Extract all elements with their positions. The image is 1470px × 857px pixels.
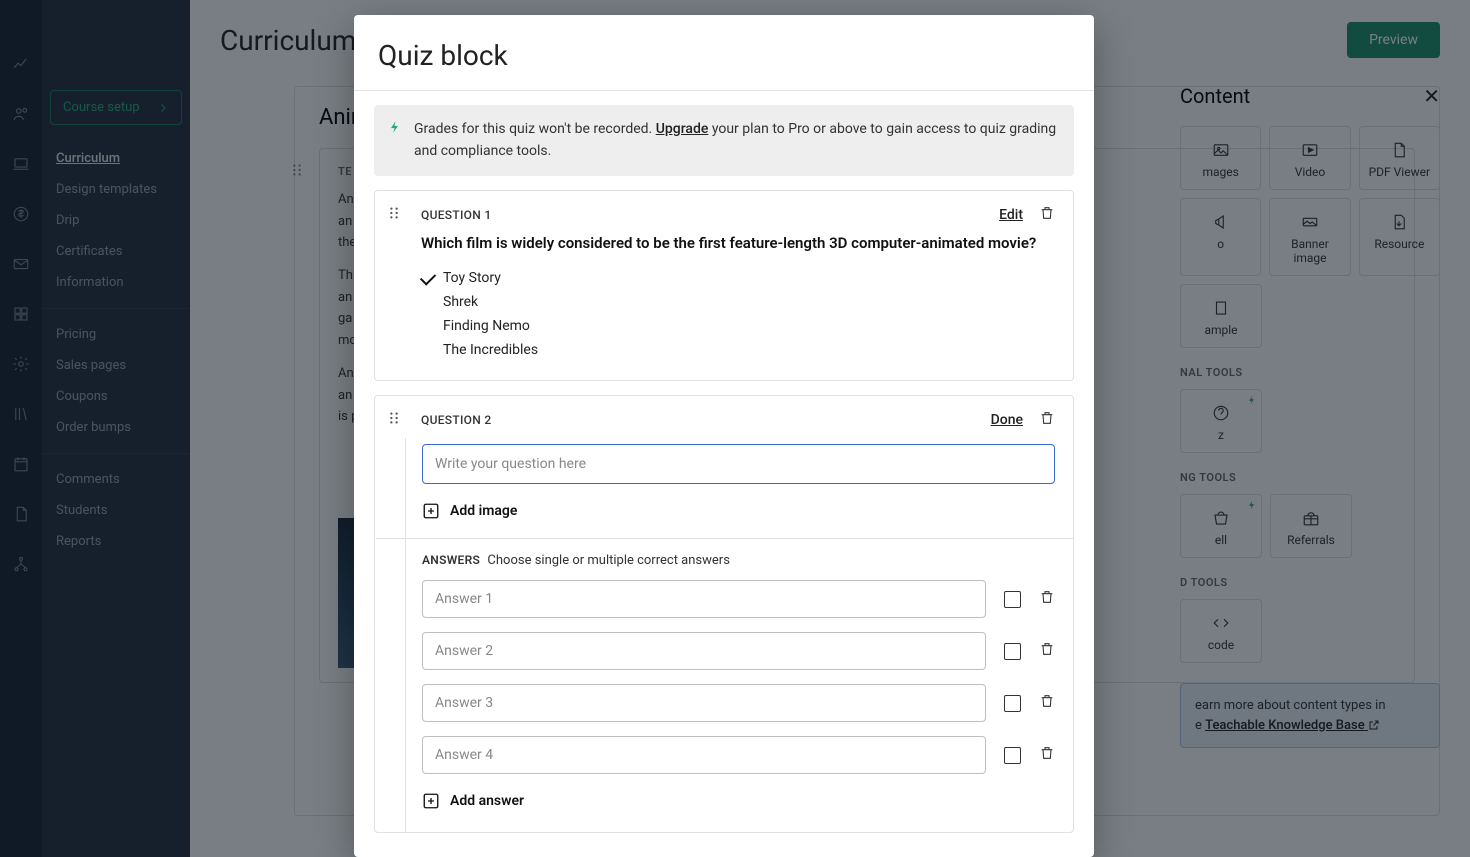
done-button[interactable]: Done bbox=[991, 412, 1023, 428]
answer-row bbox=[422, 580, 1055, 618]
edit-button[interactable]: Edit bbox=[999, 207, 1023, 223]
answer-input[interactable] bbox=[422, 580, 986, 618]
upgrade-link[interactable]: Upgrade bbox=[656, 121, 709, 137]
drag-handle-icon[interactable] bbox=[387, 205, 401, 224]
answer-row bbox=[422, 684, 1055, 722]
answer-row bbox=[422, 736, 1055, 774]
answer-option: The Incredibles bbox=[421, 338, 1055, 362]
correct-checkbox[interactable] bbox=[1004, 643, 1021, 660]
plus-icon bbox=[422, 792, 440, 810]
trash-icon[interactable] bbox=[1039, 589, 1055, 609]
quiz-modal: Quiz block Grades for this quiz won't be… bbox=[354, 15, 1094, 857]
trash-icon[interactable] bbox=[1039, 745, 1055, 765]
trash-icon[interactable] bbox=[1039, 693, 1055, 713]
answer-row bbox=[422, 632, 1055, 670]
trash-icon[interactable] bbox=[1039, 641, 1055, 661]
trash-icon[interactable] bbox=[1039, 410, 1055, 430]
correct-checkbox[interactable] bbox=[1004, 591, 1021, 608]
bolt-icon bbox=[388, 120, 402, 142]
answers-label: ANSWERS Choose single or multiple correc… bbox=[422, 553, 1055, 568]
question-card-1: QUESTION 1 Edit Which film is widely con… bbox=[374, 190, 1074, 381]
question-text: Which film is widely considered to be th… bbox=[421, 233, 1055, 254]
modal-body: Grades for this quiz won't be recorded. … bbox=[354, 91, 1094, 857]
answer-input[interactable] bbox=[422, 736, 986, 774]
trash-icon[interactable] bbox=[1039, 205, 1055, 225]
question-label: QUESTION 1 bbox=[421, 208, 999, 222]
answer-input[interactable] bbox=[422, 684, 986, 722]
add-image-button[interactable]: Add image bbox=[422, 498, 1055, 524]
drag-handle-icon[interactable] bbox=[387, 410, 401, 429]
plus-icon bbox=[422, 502, 440, 520]
answer-input[interactable] bbox=[422, 632, 986, 670]
modal-title: Quiz block bbox=[378, 39, 1070, 72]
answer-option: Shrek bbox=[421, 290, 1055, 314]
correct-checkbox[interactable] bbox=[1004, 695, 1021, 712]
correct-checkbox[interactable] bbox=[1004, 747, 1021, 764]
add-answer-button[interactable]: Add answer bbox=[422, 788, 1055, 814]
answer-option: Finding Nemo bbox=[421, 314, 1055, 338]
upgrade-banner: Grades for this quiz won't be recorded. … bbox=[374, 105, 1074, 176]
question-label: QUESTION 2 bbox=[421, 413, 991, 427]
answer-option: Toy Story bbox=[421, 266, 1055, 290]
question-card-2: QUESTION 2 Done Add image ANSWERS Choose… bbox=[374, 395, 1074, 833]
question-input[interactable] bbox=[422, 444, 1055, 484]
modal-header: Quiz block bbox=[354, 15, 1094, 91]
